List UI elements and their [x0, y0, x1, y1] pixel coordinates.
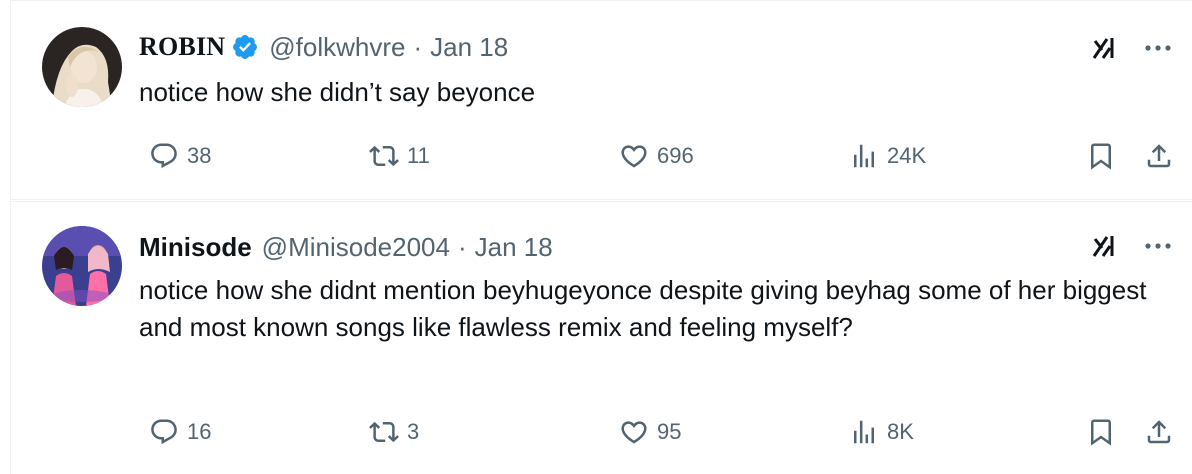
retweet-icon: [369, 421, 399, 443]
tweet-top-icons: [1090, 30, 1172, 66]
retweet-button[interactable]: 11: [369, 139, 430, 173]
share-button[interactable]: [1144, 139, 1174, 173]
separator: ·: [413, 31, 423, 62]
views-icon: [854, 144, 874, 168]
share-icon: [1147, 144, 1171, 168]
like-button[interactable]: 696: [619, 139, 694, 173]
like-icon: [621, 421, 647, 444]
share-icon: [1147, 420, 1171, 444]
separator: ·: [457, 231, 467, 262]
display-name[interactable]: Minisode: [139, 232, 252, 263]
reply-count: 16: [187, 419, 212, 444]
bookmark-button[interactable]: [1086, 415, 1116, 449]
retweet-count: 11: [407, 143, 430, 168]
reply-button[interactable]: 38: [149, 139, 211, 173]
tweet-actions: 16 3 95 8K: [139, 415, 1174, 449]
share-button[interactable]: [1144, 415, 1174, 449]
tweet-header: Minisode @Minisode2004 · Jan 18: [139, 229, 553, 265]
bookmark-button[interactable]: [1086, 139, 1116, 173]
user-handle[interactable]: @Minisode2004: [262, 232, 450, 263]
tweet-text: notice how she didn’t say beyonce: [139, 77, 536, 107]
tweet-top-icons: [1090, 228, 1172, 264]
reply-icon: [151, 419, 177, 445]
grok-icon[interactable]: [1090, 33, 1120, 63]
tweet-header: ROBIN @folkwhvre · Jan 18: [139, 29, 508, 65]
retweet-icon: [369, 145, 399, 167]
views-button[interactable]: 24K: [849, 139, 926, 173]
more-icon[interactable]: [1144, 34, 1172, 62]
reply-icon: [151, 143, 177, 169]
tweet-date[interactable]: Jan 18: [430, 32, 508, 63]
like-count: 95: [657, 419, 682, 444]
more-icon[interactable]: [1144, 232, 1172, 260]
bookmark-icon: [1091, 419, 1111, 446]
verified-badge-icon: [231, 33, 259, 61]
tweet-actions: 38 11 696 24K: [139, 139, 1174, 173]
display-name[interactable]: ROBIN: [139, 32, 225, 62]
reply-count: 38: [187, 143, 212, 168]
like-button[interactable]: 95: [619, 415, 681, 449]
avatar[interactable]: [42, 27, 122, 107]
tweet-date[interactable]: Jan 18: [475, 232, 553, 263]
tweet-text: notice how she didnt mention beyhugeyonc…: [139, 275, 1147, 342]
like-count: 696: [657, 143, 694, 168]
retweet-button[interactable]: 3: [369, 415, 419, 449]
retweet-count: 3: [407, 419, 420, 444]
views-button[interactable]: 8K: [849, 415, 914, 449]
bookmark-icon: [1091, 143, 1111, 170]
views-count: 8K: [887, 419, 914, 444]
user-handle[interactable]: @folkwhvre: [269, 32, 405, 63]
avatar[interactable]: [42, 226, 122, 306]
tweet[interactable]: Minisode @Minisode2004 · Jan 18 notice h…: [10, 201, 1192, 474]
grok-icon[interactable]: [1090, 231, 1120, 261]
views-icon: [854, 420, 874, 444]
like-icon: [621, 145, 647, 168]
reply-button[interactable]: 16: [149, 415, 211, 449]
views-count: 24K: [887, 143, 927, 168]
tweet[interactable]: ROBIN @folkwhvre · Jan 18 notice how she…: [10, 0, 1192, 200]
